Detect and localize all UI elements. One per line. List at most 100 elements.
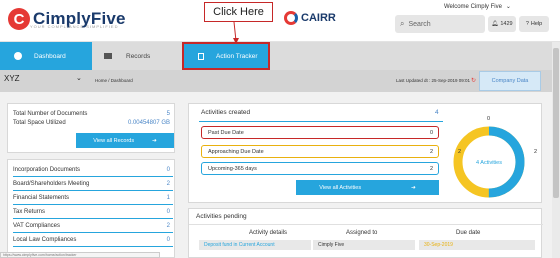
category-label: Tax Returns xyxy=(13,209,46,215)
category-label: Board/Shareholders Meeting xyxy=(13,181,90,187)
view-all-records-label: View all Records xyxy=(93,137,135,144)
approaching-due-label: Approaching Due Date xyxy=(208,148,264,155)
documents-summary-card: Total Number of Documents 5 Total Space … xyxy=(7,103,175,153)
column-header-activity: Activity details xyxy=(249,230,288,236)
upcoming-value: 2 xyxy=(429,165,433,172)
past-due-row[interactable]: Past Due Date 0 xyxy=(201,126,439,139)
activities-created-title: Activities created xyxy=(201,109,251,116)
tracker-icon xyxy=(198,52,204,60)
category-row[interactable]: Incorporation Documents 0 xyxy=(13,164,173,177)
cairr-ring-icon xyxy=(284,11,298,25)
pending-due-date: 30-Sep-2019 xyxy=(419,240,535,250)
upcoming-label: Upcoming-365 days xyxy=(208,165,257,172)
search-icon: ⌕ xyxy=(400,19,405,28)
arrow-right-icon: ➔ xyxy=(152,137,157,144)
chevron-down-icon: ⌄ xyxy=(505,4,511,10)
main-nav: Dashboard Records Action Tracker xyxy=(0,42,560,70)
tab-dashboard[interactable]: Dashboard xyxy=(0,42,92,70)
category-value: 0 xyxy=(166,237,170,243)
divider xyxy=(189,224,543,225)
category-value: 0 xyxy=(166,209,170,215)
total-space: Total Space Utilized 0.00454807 GB xyxy=(13,120,173,126)
pending-activity-link[interactable]: Deposit fund in Current Account xyxy=(199,240,311,250)
category-row[interactable]: Financial Statements 1 xyxy=(13,192,173,205)
category-row[interactable]: VAT Compliances 2 xyxy=(13,220,173,233)
logo-mark: C xyxy=(8,8,30,30)
cairr-name: CAIRR xyxy=(301,12,336,24)
help-button[interactable]: ? Help xyxy=(519,16,549,32)
page: C CimplyFive YOUR COMPLIANCE SIMPLIFIED … xyxy=(0,0,560,258)
cairr-logo[interactable]: CAIRR xyxy=(284,11,336,25)
category-row[interactable]: Tax Returns 0 xyxy=(13,206,173,219)
breadcrumb: Home / Dashboard xyxy=(95,78,133,83)
category-value: 2 xyxy=(166,223,170,229)
status-bar-url: https://www.cimplyfive.com/home/action/t… xyxy=(0,252,160,258)
activities-created-card: Activities created 4 Past Due Date 0 App… xyxy=(188,103,542,203)
notifications-button[interactable]: 🔔︎ 1429 xyxy=(488,16,516,32)
category-row[interactable]: Local Law Compliances 0 xyxy=(13,234,173,247)
donut-right-value: 2 xyxy=(534,149,538,155)
column-header-assigned: Assigned to xyxy=(346,230,378,236)
arrow-right-icon: ➔ xyxy=(411,184,416,191)
company-name: XYZ xyxy=(4,74,20,83)
callout-arrow-icon xyxy=(233,21,239,44)
dashboard-icon xyxy=(14,52,22,60)
search-box[interactable]: ⌕ Search xyxy=(395,15,485,33)
donut-left-value: 2 xyxy=(458,149,462,155)
brand-tagline: YOUR COMPLIANCE SIMPLIFIED xyxy=(30,24,119,29)
top-header: C CimplyFive YOUR COMPLIANCE SIMPLIFIED … xyxy=(0,0,560,42)
approaching-due-value: 2 xyxy=(429,148,433,155)
activities-pending-title: Activities pending xyxy=(196,213,247,220)
activities-created-count: 4 xyxy=(435,109,439,116)
pending-assigned: Cimply Five xyxy=(313,240,415,250)
activities-pending-card: Activities pending Activity details Assi… xyxy=(188,208,543,258)
donut-center-label: 4 Activities xyxy=(476,160,502,166)
category-label: Local Law Compliances xyxy=(13,237,77,243)
tab-records[interactable]: Records xyxy=(104,42,174,70)
company-data-button[interactable]: Company Data xyxy=(479,71,541,91)
category-label: Financial Statements xyxy=(13,195,70,201)
view-all-activities-label: View all Activities xyxy=(319,184,362,191)
tab-dashboard-label: Dashboard xyxy=(34,52,66,60)
sub-header: XYZ ⌄ Home / Dashboard Last Updated dt :… xyxy=(0,70,560,92)
company-selector[interactable]: XYZ ⌄ xyxy=(4,74,84,83)
notifications-count: 1429 xyxy=(500,21,513,27)
click-here-callout: Click Here xyxy=(204,2,273,22)
scrollbar-thumb[interactable] xyxy=(553,48,559,198)
help-label: Help xyxy=(530,21,543,27)
view-all-records-button[interactable]: View all Records ➔ xyxy=(76,133,174,148)
tab-action-tracker[interactable]: Action Tracker xyxy=(182,42,270,70)
chevron-down-icon: ⌄ xyxy=(76,75,82,82)
search-placeholder: Search xyxy=(408,20,431,28)
upcoming-row[interactable]: Upcoming-365 days 2 xyxy=(201,162,439,175)
folder-icon xyxy=(104,53,112,59)
past-due-label: Past Due Date xyxy=(208,129,244,136)
category-label: Incorporation Documents xyxy=(13,167,81,173)
activities-donut-chart[interactable]: 4 Activities xyxy=(449,122,529,202)
view-all-activities-button[interactable]: View all Activities ➔ xyxy=(296,180,439,195)
category-value: 0 xyxy=(166,167,170,173)
help-icon: ? xyxy=(525,21,529,27)
total-space-label: Total Space Utilized xyxy=(13,120,66,126)
category-label: VAT Compliances xyxy=(13,223,61,229)
category-row[interactable]: Board/Shareholders Meeting 2 xyxy=(13,178,173,191)
donut-top-value: 0 xyxy=(487,116,491,122)
tab-action-tracker-label: Action Tracker xyxy=(216,52,258,60)
welcome-text: Welcome Cimply Five xyxy=(444,4,502,10)
welcome-user-menu[interactable]: Welcome Cimply Five ⌄ xyxy=(444,3,511,10)
category-value: 2 xyxy=(166,181,170,187)
total-documents-value: 5 xyxy=(166,111,170,117)
refresh-icon[interactable]: ↻ xyxy=(471,77,476,84)
tab-records-label: Records xyxy=(126,52,151,60)
last-updated: Last Updated dt : 25-Sep-2019 09:01 xyxy=(396,78,471,83)
divider xyxy=(199,121,443,122)
approaching-due-row[interactable]: Approaching Due Date 2 xyxy=(201,145,439,158)
category-value: 1 xyxy=(166,195,170,201)
total-space-value: 0.00454807 GB xyxy=(127,120,170,126)
total-documents: Total Number of Documents 5 xyxy=(13,111,173,117)
document-categories-card: Incorporation Documents 0 Board/Sharehol… xyxy=(7,159,175,258)
vertical-scrollbar[interactable] xyxy=(552,42,560,258)
column-header-due: Due date xyxy=(456,230,481,236)
past-due-value: 0 xyxy=(429,129,433,136)
total-documents-label: Total Number of Documents xyxy=(13,111,88,117)
